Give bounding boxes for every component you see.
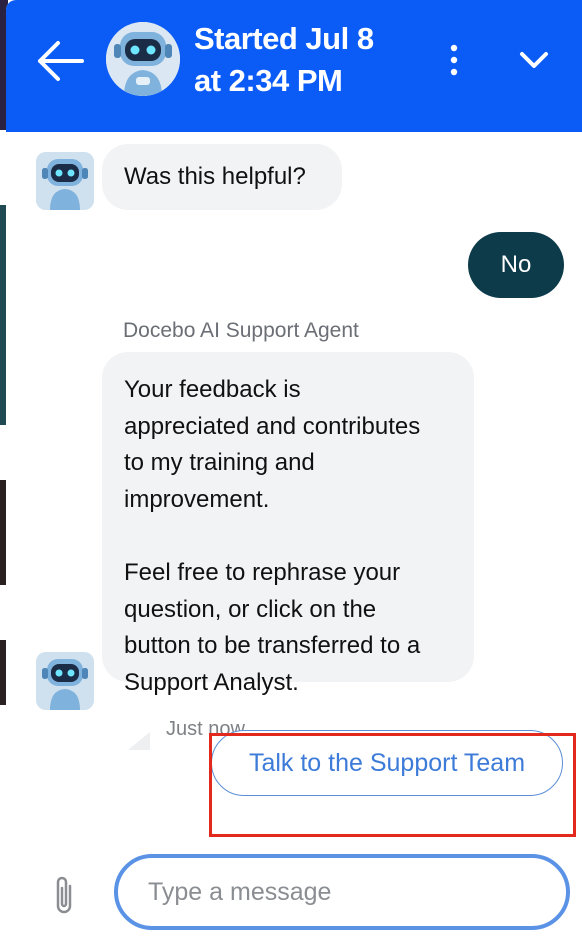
message-tail [128,714,150,750]
title-line-1: Started Jul 8 [194,21,374,56]
conversation-title: Started Jul 8 at 2:34 PM [194,18,434,102]
title-line-2: at 2:34 PM [194,63,343,98]
attach-button[interactable] [50,874,78,918]
message-composer [6,848,582,948]
back-button[interactable] [34,38,86,84]
user-message-text: No [500,251,532,278]
kebab-menu-icon [450,44,458,76]
bot-message-paragraph: Feel free to rephrase your question, or … [124,559,421,696]
chat-header: Started Jul 8 at 2:34 PM [6,0,582,132]
bot-message-bubble: Was this helpful? [102,144,342,210]
agent-avatar [106,22,180,96]
bot-avatar [36,152,94,210]
more-options-button[interactable] [442,42,466,80]
message-input[interactable] [114,854,570,930]
bot-message-text: Was this helpful? [124,162,306,190]
user-message-bubble: No [468,232,564,298]
chat-widget: Started Jul 8 at 2:34 PM Was this helpfu… [6,0,582,948]
robot-avatar-icon [36,152,94,210]
bot-avatar [36,652,94,710]
bot-message-bubble: Your feedback is appreciated and contrib… [102,352,474,696]
robot-avatar-icon [36,652,94,710]
bot-message-paragraph: Your feedback is appreciated and contrib… [124,376,421,513]
sender-name: Docebo AI Support Agent [123,319,359,342]
minimize-button[interactable] [514,46,554,76]
robot-avatar-icon [106,22,180,96]
chevron-down-icon [520,52,548,68]
talk-to-support-button[interactable]: Talk to the Support Team [211,730,563,796]
message-list: Was this helpful? No Docebo AI Support A… [6,132,582,848]
paperclip-icon [56,876,72,914]
talk-to-support-label: Talk to the Support Team [248,748,526,777]
arrow-left-icon [38,41,84,81]
